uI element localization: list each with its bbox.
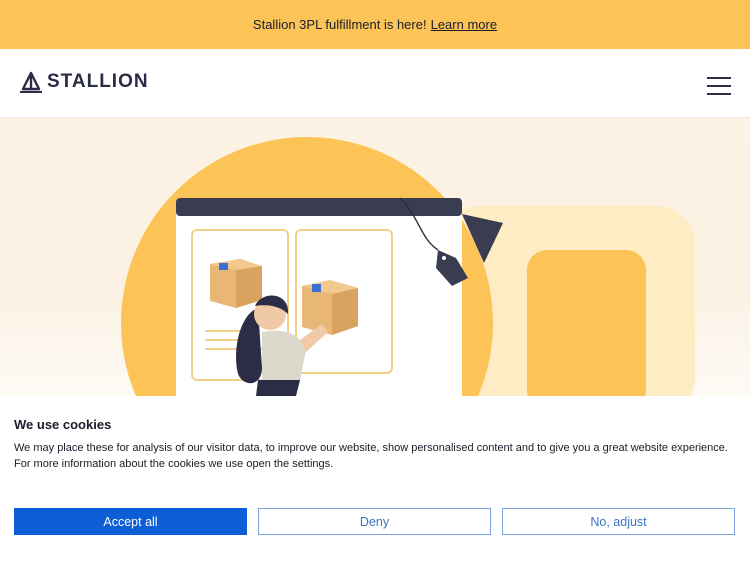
hamburger-menu-icon[interactable]: [707, 77, 731, 95]
cookie-title: We use cookies: [14, 417, 112, 432]
brand-name: STALLION: [47, 71, 149, 92]
stallion-logo[interactable]: STALLION: [19, 71, 149, 93]
woman-packing-boxes-illustration: [121, 137, 695, 396]
adjust-button[interactable]: No, adjust: [502, 508, 735, 535]
announcement-bar: Stallion 3PL fulfillment is here! Learn …: [0, 0, 750, 49]
hero-section: [0, 118, 750, 396]
announcement-text: Stallion 3PL fulfillment is here!: [252, 17, 427, 32]
cookie-banner: We use cookies We may place these for an…: [0, 396, 750, 563]
cookie-description: We may place these for analysis of our v…: [14, 442, 728, 470]
sailboat-icon: [20, 71, 42, 93]
learn-more-link[interactable]: Learn more: [431, 17, 497, 32]
site-header: STALLION: [0, 49, 750, 118]
deny-button[interactable]: Deny: [258, 508, 491, 535]
accept-all-button[interactable]: Accept all: [14, 508, 247, 535]
